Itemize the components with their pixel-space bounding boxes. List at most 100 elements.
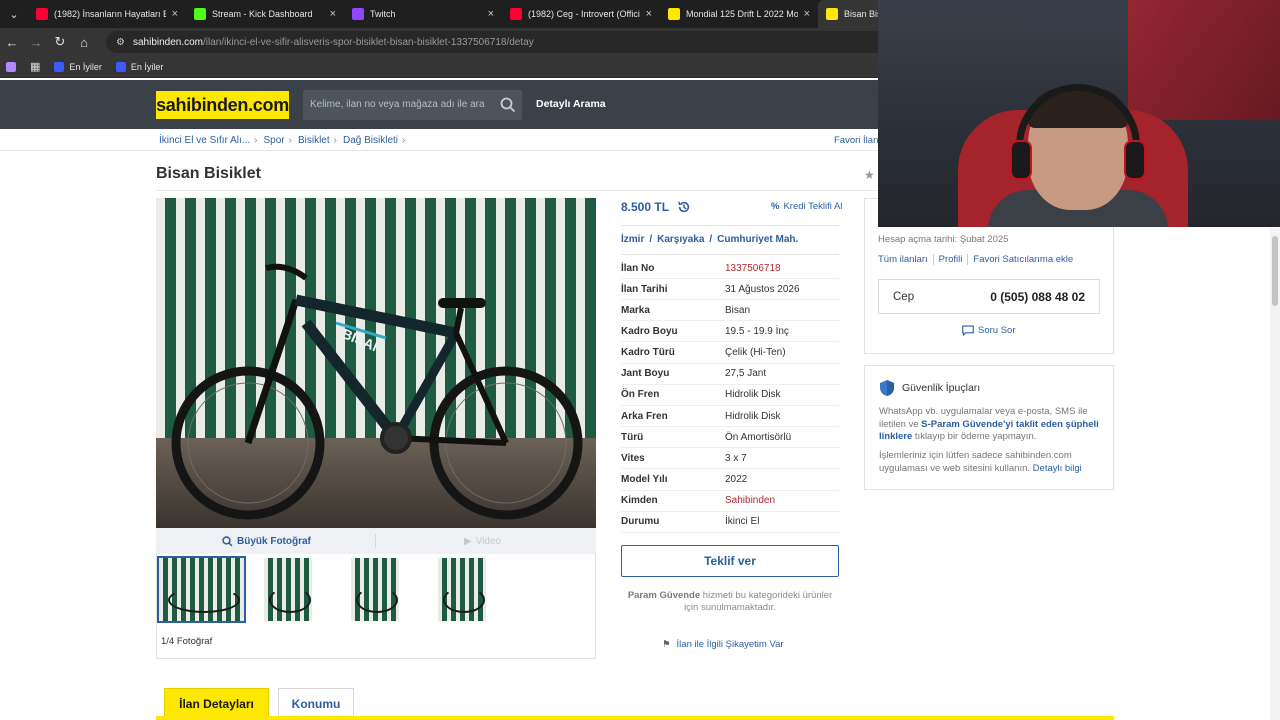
browser-tab[interactable]: Stream - Kick Dashboard × [186, 0, 344, 28]
attribute-value: Hidrolik Disk [725, 410, 781, 422]
breadcrumb-chevron-icon: › [254, 135, 258, 146]
attribute-value: Ön Amortisörlü [725, 431, 792, 443]
attribute-key: Durumu [621, 516, 660, 528]
breadcrumb-chevron-icon: › [333, 135, 337, 146]
attribute-key: İlan No [621, 262, 655, 274]
star-icon[interactable]: ★ [864, 168, 875, 182]
report-listing-link[interactable]: ⚑ İlan ile İlgili Şikayetim Var [662, 639, 784, 650]
favorite-listings-link[interactable]: Favori İlanlarım [834, 135, 878, 146]
browser-tab[interactable]: (1982) Ceg - Introvert (Official Vi × [502, 0, 660, 28]
tab-close-icon[interactable]: × [646, 8, 652, 20]
page-title: Bisan Bisiklet [156, 165, 261, 182]
security-tips-title: Güvenlik İpuçları [879, 379, 980, 397]
add-favorite-seller-link[interactable]: Favori Satıcılarıma ekle [967, 254, 1078, 265]
profile-link[interactable]: Profili [932, 254, 968, 265]
url-path: /ilan/ikinci-el-ve-sifir-alisveris-spor-… [203, 36, 534, 48]
title-divider [156, 190, 878, 191]
breadcrumb-item[interactable]: İkinci El ve Sıfır Alı... [159, 135, 250, 146]
bicycle-illustration [171, 263, 583, 520]
magnifier-icon [222, 536, 233, 547]
price-history-icon[interactable] [677, 200, 691, 214]
listing-location: İzmir / Karşıyaka / Cumhuriyet Mah. [621, 234, 799, 245]
make-offer-button[interactable]: Teklif ver [621, 545, 839, 577]
tab-title: Stream - Kick Dashboard [212, 9, 313, 19]
home-icon[interactable]: ⌂ [72, 35, 96, 50]
bookmark-folder-icon[interactable] [6, 61, 16, 72]
reload-icon[interactable]: ↻ [48, 34, 72, 50]
site-logo[interactable]: sahibinden.com [156, 91, 289, 119]
percent-icon: % [771, 201, 780, 212]
location-district[interactable]: Karşıyaka [657, 234, 704, 245]
tab-close-icon[interactable]: × [488, 8, 494, 20]
tab-close-icon[interactable]: × [330, 8, 336, 20]
scrollbar-thumb[interactable] [1272, 236, 1278, 306]
browser-tab[interactable]: (1982) İnsanların Hayatları Boyunca × [28, 0, 186, 28]
thumbnail-4[interactable] [438, 558, 486, 621]
attribute-row: İlan Tarihi 31 Ağustos 2026 [621, 279, 839, 301]
credit-offer-link[interactable]: % Kredi Teklifi Al [771, 201, 842, 212]
browser-tab[interactable]: Mondial 125 Drift L 2022 Mode × [660, 0, 818, 28]
search-icon[interactable] [500, 97, 516, 113]
attribute-value: 19.5 - 19.9 İnç [725, 325, 789, 337]
phone-number: 0 (505) 088 48 02 [990, 289, 1085, 304]
back-arrow-icon[interactable]: ← [0, 35, 24, 50]
search-placeholder: Kelime, ilan no veya mağaza adı ile ara [310, 99, 485, 110]
video-button[interactable]: ▶ Video [464, 536, 501, 547]
attribute-row: Durumu İkinci El [621, 512, 839, 533]
play-icon: ▶ [464, 536, 472, 547]
tab-search-chevron-icon[interactable]: ⌄ [0, 8, 28, 21]
param-guvende-note: Param Güvende hizmeti bu kategorideki ür… [627, 590, 833, 613]
account-open-date: Hesap açma tarihi: Şubat 2025 [878, 234, 1009, 245]
location-city[interactable]: İzmir [621, 234, 644, 245]
ask-question-button[interactable]: Soru Sor [962, 325, 1016, 336]
attribute-value[interactable]: Sahibinden [725, 495, 775, 506]
tab-favicon-icon [668, 8, 680, 20]
tab-favicon-icon [36, 8, 48, 20]
attribute-key: İlan Tarihi [621, 283, 668, 295]
search-input[interactable]: Kelime, ilan no veya mağaza adı ile ara [303, 90, 522, 120]
big-photo-button[interactable]: Büyük Fotoğraf [222, 536, 311, 547]
attribute-key: Jant Boyu [621, 368, 670, 380]
forward-arrow-icon[interactable]: → [24, 35, 48, 50]
breadcrumb-item[interactable]: Spor [263, 135, 284, 146]
headset-earcup-right [1124, 140, 1146, 180]
breadcrumb-item[interactable]: Bisiklet [298, 135, 330, 146]
attribute-row: Kadro Türü Çelik (Hi-Ten) [621, 343, 839, 364]
tab-close-icon[interactable]: × [172, 8, 178, 20]
attribute-row: Jant Boyu 27,5 Jant [621, 364, 839, 385]
phone-box[interactable]: Cep 0 (505) 088 48 02 [878, 279, 1100, 314]
bookmark-favicon-icon [115, 61, 126, 72]
thumbnail-3[interactable] [351, 558, 399, 621]
tab-favicon-icon [352, 8, 364, 20]
tab-title: Twitch [370, 9, 396, 19]
attribute-key: Kimden [621, 495, 658, 507]
location-neighborhood[interactable]: Cumhuriyet Mah. [717, 234, 798, 245]
flag-icon: ⚑ [662, 639, 671, 650]
bookmark-en-iyiler-2[interactable]: En İyiler [115, 61, 163, 72]
thumbnail-1[interactable] [157, 556, 246, 623]
webcam-overlay [878, 0, 1280, 227]
site-info-icon[interactable]: ⚙ [116, 37, 125, 48]
seller-links: Tüm ilanları Profili Favori Satıcılarıma… [878, 254, 1078, 265]
all-listings-link[interactable]: Tüm ilanları [878, 254, 933, 265]
browser-tab[interactable]: Twitch × [344, 0, 502, 28]
price-divider [621, 225, 839, 226]
tab-close-icon[interactable]: × [804, 8, 810, 20]
bookmark-en-iyiler-1[interactable]: En İyiler [54, 61, 102, 72]
attribute-value: 3 x 7 [725, 452, 747, 464]
attribute-value: İkinci El [725, 516, 760, 528]
attribute-row: Türü Ön Amortisörlü [621, 427, 839, 449]
detailed-search-link[interactable]: Detaylı Arama [536, 98, 606, 110]
detailed-info-link[interactable]: Detaylı bilgi [1033, 463, 1082, 474]
location-divider [621, 254, 839, 255]
tabs-container: (1982) İnsanların Hayatları Boyunca×Stre… [28, 0, 976, 28]
apps-grid-icon[interactable]: ▦ [30, 60, 40, 73]
url-host: sahibinden.com [132, 36, 204, 48]
breadcrumb-chevron-icon: › [402, 135, 406, 146]
breadcrumb-item[interactable]: Dağ Bisikleti [343, 135, 398, 146]
attribute-key: Arka Fren [621, 410, 668, 422]
main-photo[interactable]: BISAN [156, 198, 596, 528]
attribute-row: Ön Fren Hidrolik Disk [621, 385, 839, 406]
attribute-row: Marka Bisan [621, 300, 839, 322]
thumbnail-2[interactable] [264, 558, 312, 621]
